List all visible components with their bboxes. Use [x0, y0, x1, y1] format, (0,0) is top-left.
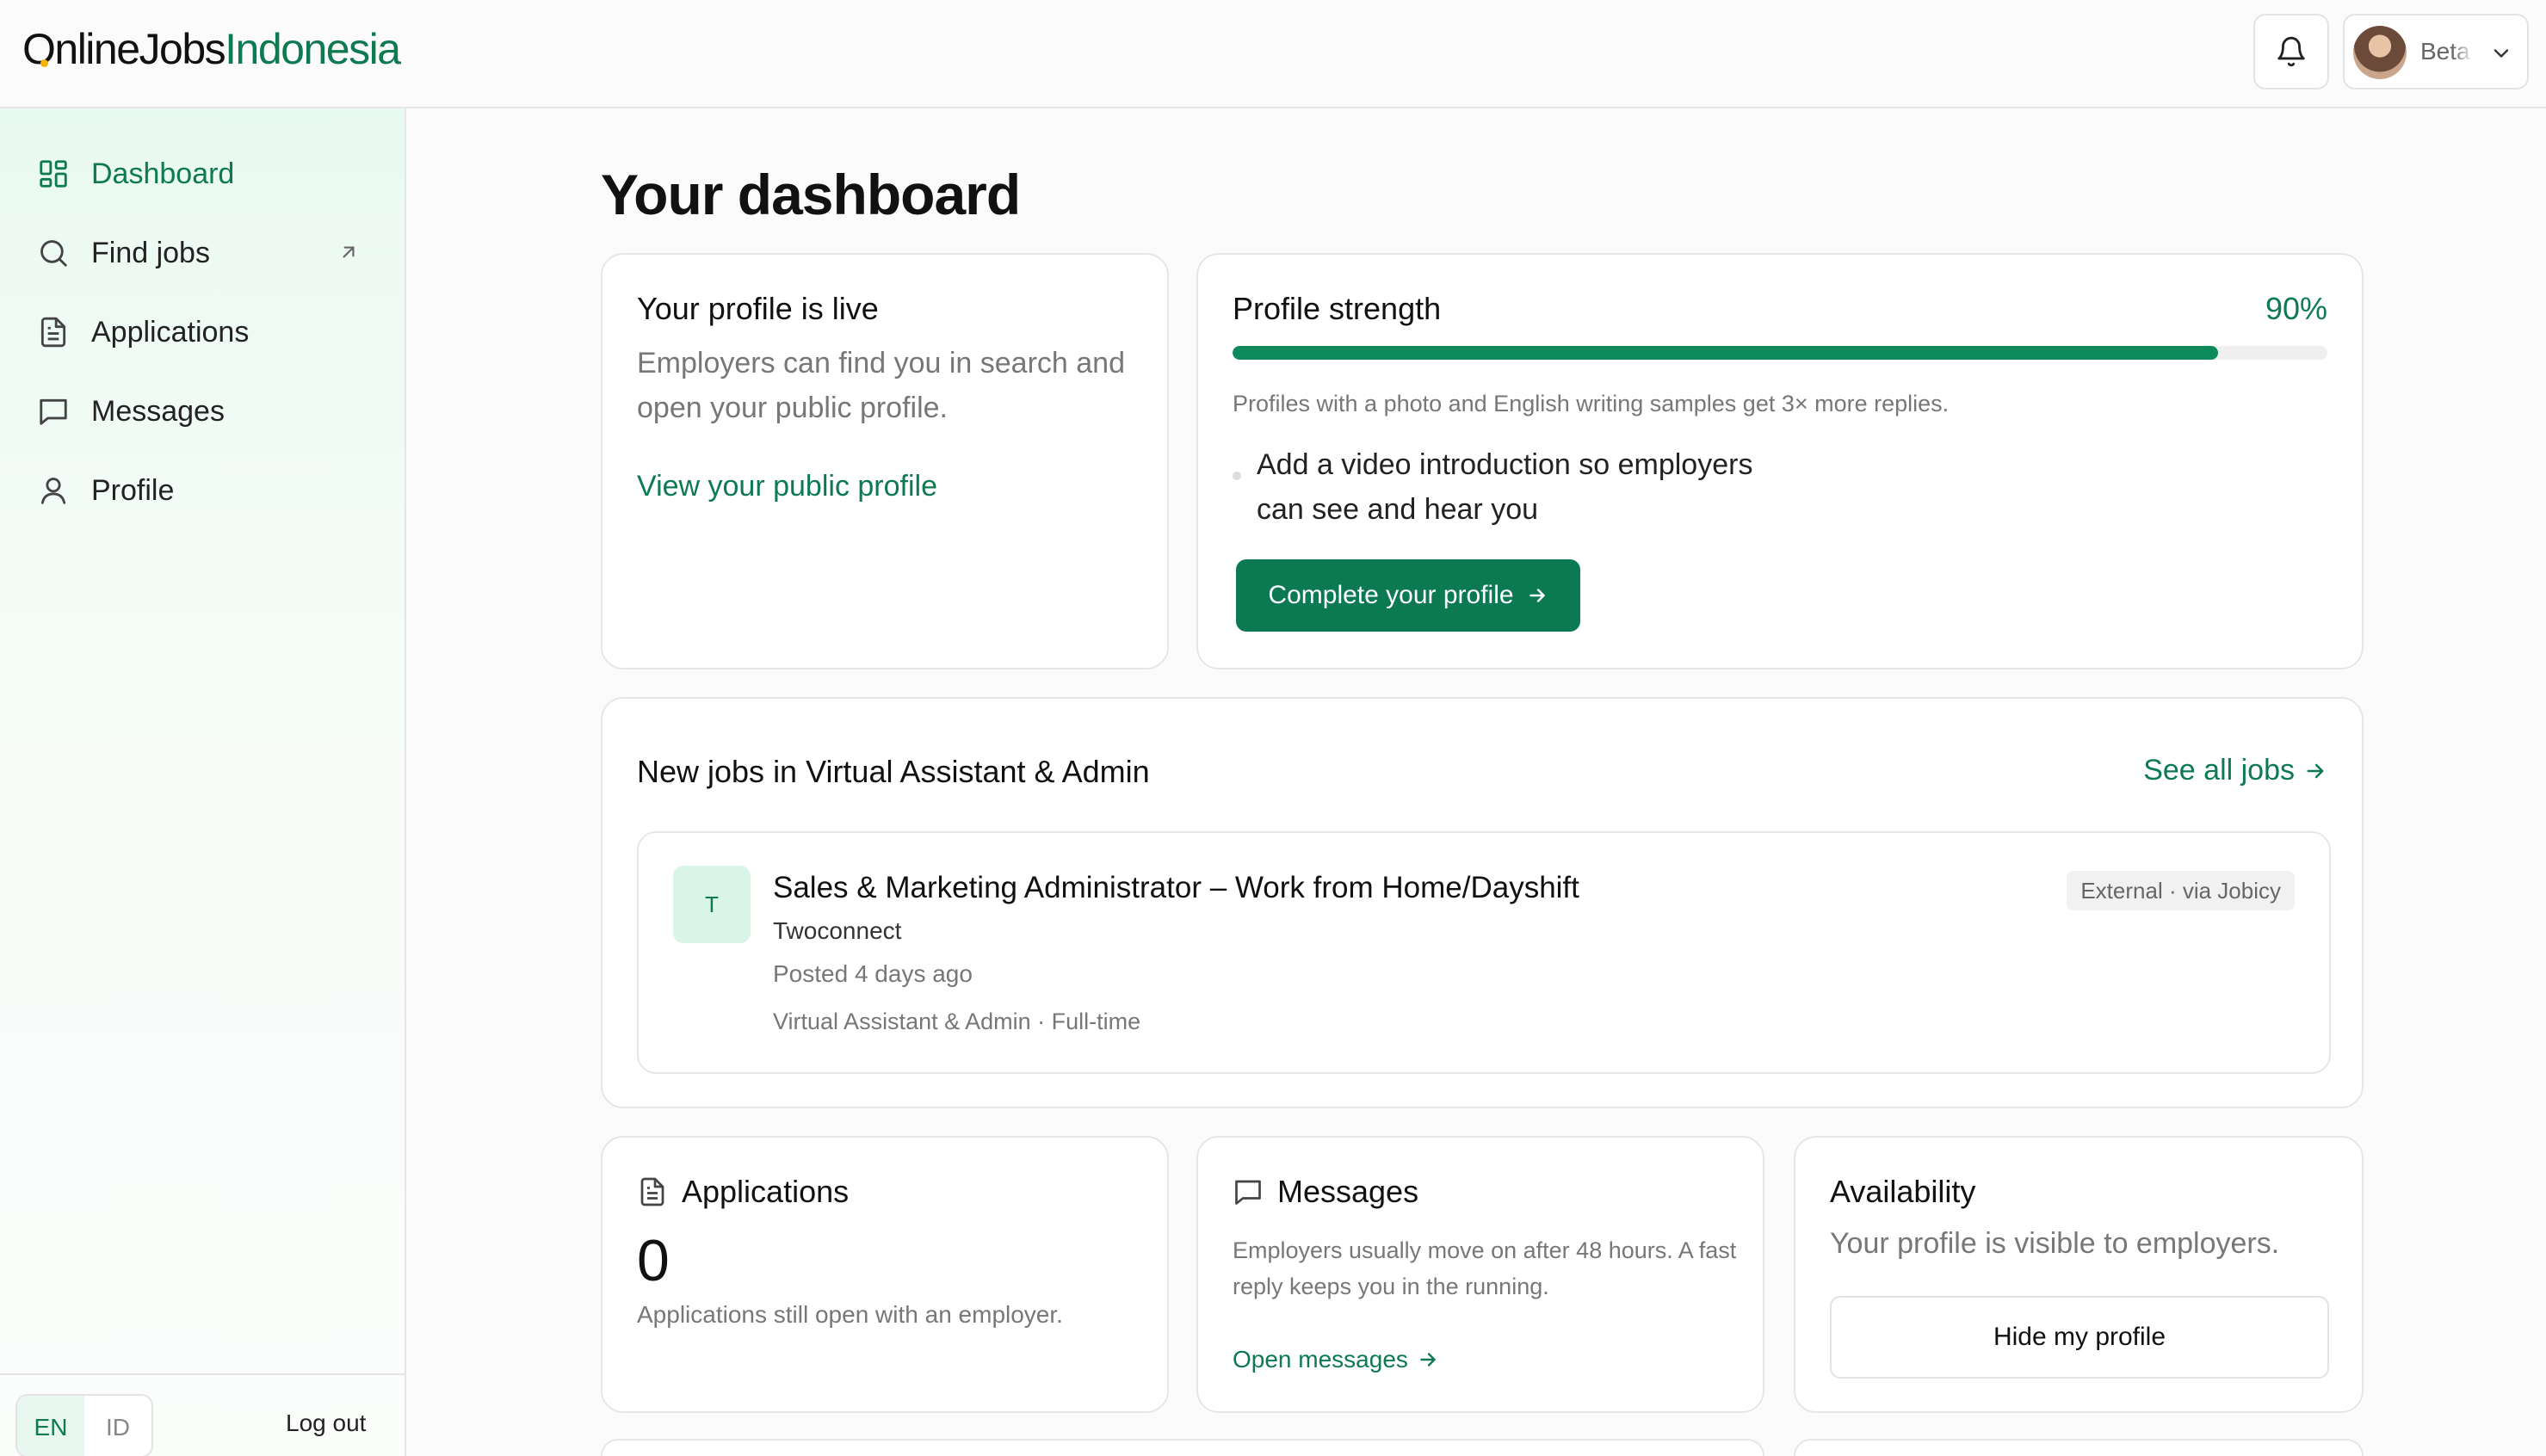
- logo-dot: [40, 59, 48, 67]
- sidebar-item-profile[interactable]: Profile: [34, 465, 379, 516]
- message-icon: [1235, 1180, 1261, 1205]
- button-label: Complete your profile: [1268, 581, 1514, 609]
- link-label: See all jobs: [2143, 754, 2295, 787]
- notifications-button[interactable]: [2253, 14, 2329, 89]
- profile-strength-bar: [1233, 346, 2327, 360]
- card-description: Employers usually move on after 48 hours…: [1233, 1237, 1737, 1299]
- job-company: Twoconnect: [773, 917, 902, 944]
- profile-tip-text: Add a video introduction so employers ca…: [1257, 448, 1753, 526]
- document-icon: [640, 1177, 664, 1206]
- card-description: Employers can find you in search and ope…: [637, 347, 1125, 424]
- complete-profile-button[interactable]: Complete your profile: [1236, 559, 1580, 632]
- card-title: Applications: [682, 1174, 850, 1209]
- chevron-down-icon: [2493, 49, 2509, 58]
- grid-icon: [34, 155, 72, 193]
- sidebar-item-label: Profile: [91, 473, 175, 507]
- avatar: [2353, 26, 2407, 79]
- sidebar-item-label: Messages: [91, 394, 225, 428]
- card-title: Availability: [1830, 1174, 1976, 1209]
- sidebar: Dashboard Find jobs Applications Message…: [0, 108, 406, 1456]
- card-description: Applications still open with an employer…: [637, 1301, 1063, 1328]
- external-badge: External · via Jobicy: [2067, 871, 2295, 910]
- page-title: Your dashboard: [601, 163, 1021, 226]
- sidebar-item-find-jobs[interactable]: Find jobs: [34, 227, 379, 279]
- profile-strength-bar-fill: [1233, 346, 2218, 360]
- applications-card[interactable]: Applications 0 Applications still open w…: [601, 1136, 1169, 1413]
- sidebar-item-applications[interactable]: Applications: [34, 306, 379, 358]
- card-header: Messages: [1233, 1174, 1418, 1210]
- open-messages-link[interactable]: Open messages: [1233, 1346, 1439, 1373]
- sidebar-item-label: Applications: [91, 315, 250, 349]
- document-icon: [34, 313, 72, 351]
- sidebar-item-label: Dashboard: [91, 157, 235, 190]
- sidebar-item-dashboard[interactable]: Dashboard: [34, 148, 379, 200]
- card-partial: [1794, 1439, 2364, 1456]
- card-header: Applications: [637, 1174, 849, 1210]
- sidebar-footer: EN ID Log out: [0, 1373, 406, 1456]
- link-label: Open messages: [1233, 1346, 1408, 1373]
- job-listing[interactable]: T Sales & Marketing Administrator – Work…: [637, 831, 2331, 1074]
- user-name: Beta: [2420, 38, 2470, 65]
- arrow-right-icon: [2307, 763, 2324, 778]
- card-description: Your profile is visible to employers.: [1830, 1227, 2280, 1260]
- logo-text-onlinejobs: OnlineJobs: [22, 25, 226, 73]
- card-title: Messages: [1277, 1174, 1419, 1209]
- job-posted-date: Posted 4 days ago: [773, 960, 973, 987]
- bell-icon: [2277, 36, 2305, 67]
- card-title: Profile strength: [1233, 291, 1442, 326]
- messages-card: Messages Employers usually move on after…: [1196, 1136, 1764, 1413]
- profile-strength-card: Profile strength 90% Profiles with a pho…: [1196, 253, 2364, 669]
- logo-text-indonesia: Indonesia: [225, 25, 401, 73]
- user-icon: [34, 472, 72, 509]
- language-en-button[interactable]: EN: [17, 1396, 84, 1456]
- profile-live-card: Your profile is live Employers can find …: [601, 253, 1169, 669]
- see-all-jobs-link[interactable]: See all jobs: [2143, 754, 2327, 787]
- job-title[interactable]: Sales & Marketing Administrator – Work f…: [773, 871, 1579, 905]
- message-icon: [34, 392, 72, 430]
- card-title: New jobs in Virtual Assistant & Admin: [637, 754, 1150, 789]
- search-icon: [34, 234, 72, 272]
- job-meta: Virtual Assistant & Admin · Full-time: [773, 1009, 1141, 1034]
- language-id-button[interactable]: ID: [84, 1396, 151, 1456]
- arrow-right-icon: [1529, 589, 1545, 602]
- bullet-dot: [1233, 472, 1241, 480]
- top-header: OnlineJobsIndonesia Beta: [0, 0, 2546, 108]
- language-toggle: EN ID: [15, 1394, 153, 1456]
- availability-card: Availability Your profile is visible to …: [1794, 1136, 2364, 1413]
- profile-strength-percent: 90%: [2265, 291, 2327, 326]
- user-menu-button[interactable]: Beta: [2343, 14, 2529, 89]
- profile-strength-hint: Profiles with a photo and English writin…: [1233, 391, 1950, 416]
- logout-button[interactable]: Log out: [286, 1410, 366, 1437]
- arrow-right-icon: [1420, 1353, 1436, 1367]
- sidebar-item-label: Find jobs: [91, 236, 210, 269]
- applications-count: 0: [637, 1228, 670, 1293]
- hide-profile-button[interactable]: Hide my profile: [1830, 1296, 2329, 1379]
- company-logo: T: [673, 866, 751, 943]
- sidebar-item-messages[interactable]: Messages: [34, 386, 379, 437]
- card-title: Your profile is live: [637, 291, 879, 326]
- external-link-icon: [343, 246, 355, 258]
- new-jobs-card: New jobs in Virtual Assistant & Admin Se…: [601, 697, 2364, 1108]
- view-public-profile-link[interactable]: View your public profile: [637, 470, 937, 503]
- card-partial: [601, 1439, 1764, 1456]
- brand-logo[interactable]: OnlineJobsIndonesia: [22, 24, 401, 74]
